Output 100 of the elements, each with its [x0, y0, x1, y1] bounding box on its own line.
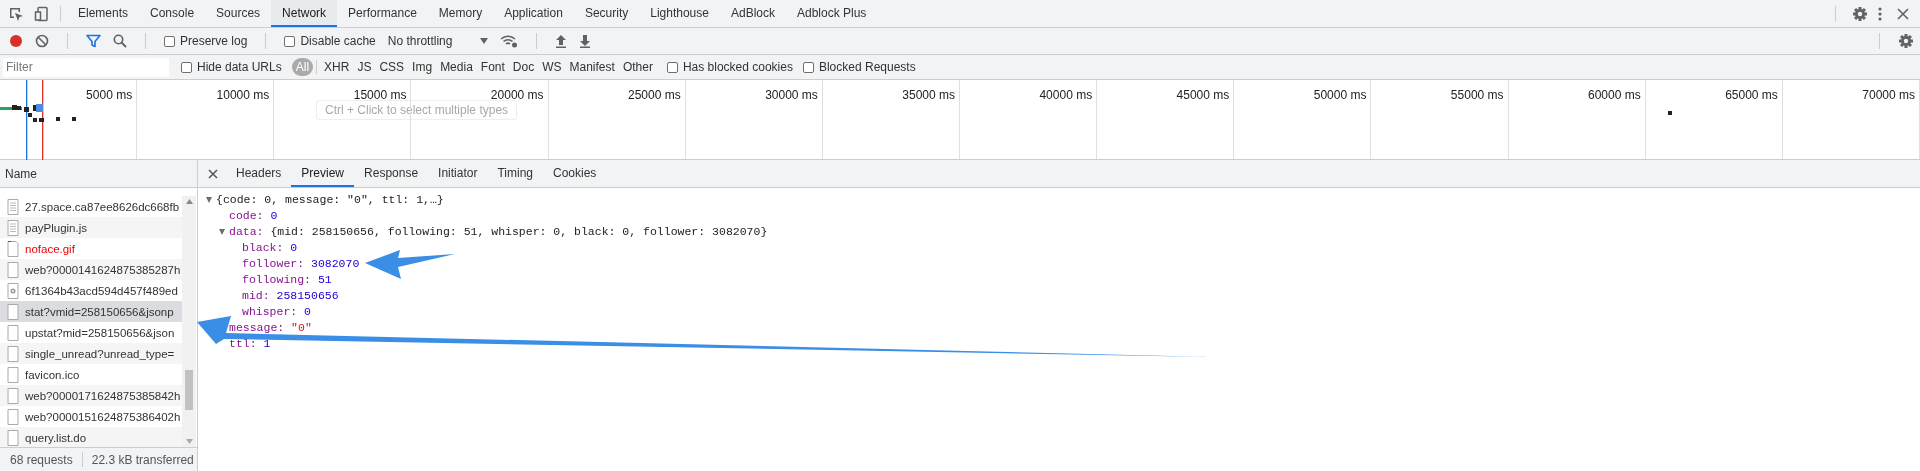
request-name: web?0000171624875385842h — [25, 389, 181, 402]
property-value: 0 — [290, 240, 298, 256]
detail-tab[interactable]: Initiator — [428, 160, 488, 187]
request-count: 68 requests — [10, 452, 73, 467]
time-tick: 40000 ms — [1039, 88, 1093, 102]
upload-icon[interactable] — [555, 34, 568, 48]
scrollbar-thumb[interactable] — [185, 370, 193, 410]
type-filter[interactable]: Manifest — [565, 58, 619, 76]
detail-tab[interactable]: Timing — [487, 160, 543, 187]
panel-tab[interactable]: Elements — [67, 0, 140, 27]
request-name: stat?vmid=258150656&jsonp — [25, 305, 174, 318]
object-summary: {mid: 258150656, following: 51, whisper: 0, black: 0, follower: 3082070} — [270, 224, 768, 240]
request-row[interactable]: web?0000141624875385287h — [0, 259, 182, 280]
panel-tab[interactable]: Network — [271, 0, 338, 27]
file-icon — [7, 303, 19, 320]
time-tick: 65000 ms — [1725, 88, 1778, 102]
request-mark — [1668, 111, 1672, 115]
expand-arrow-icon[interactable] — [206, 197, 212, 203]
property-key: ttl: — [229, 336, 257, 352]
request-name: favicon.ico — [25, 368, 80, 381]
request-row[interactable]: stat?vmid=258150656&jsonp — [0, 301, 182, 322]
panel-tab[interactable]: Console — [139, 0, 206, 27]
blocked-requests-checkbox[interactable]: Blocked Requests — [802, 60, 916, 74]
time-tick: 5000 ms — [86, 88, 133, 102]
request-name: single_unread?unread_type= — [25, 347, 175, 360]
file-icon — [7, 324, 19, 341]
property-value: 3082070 — [311, 256, 360, 272]
record-icon[interactable] — [9, 34, 23, 48]
type-filter[interactable]: Img — [408, 58, 437, 76]
image-file-icon — [7, 240, 19, 257]
device-toolbar-icon[interactable] — [34, 5, 50, 22]
panel-tab[interactable]: AdBlock — [719, 0, 786, 27]
clear-icon[interactable] — [35, 34, 49, 48]
property-key: following: — [242, 272, 311, 288]
panel-tab[interactable]: Adblock Plus — [786, 0, 878, 27]
type-filter[interactable]: XHR — [320, 58, 354, 76]
type-filter[interactable]: Font — [476, 58, 509, 76]
request-name: 27.space.ca87ee8626dc668fb — [25, 200, 180, 213]
type-filter[interactable]: WS — [538, 58, 566, 76]
type-filter[interactable]: Doc — [508, 58, 539, 76]
name-column-header[interactable]: Name — [0, 160, 197, 188]
detail-tab[interactable]: Response — [354, 160, 429, 187]
time-tick: 70000 ms — [1862, 88, 1915, 102]
preserve-log-checkbox[interactable]: Preserve log — [164, 34, 248, 48]
network-conditions-icon[interactable] — [500, 34, 519, 48]
detail-tab[interactable]: Cookies — [543, 160, 607, 187]
throttling-dropdown[interactable]: No throttling — [387, 34, 489, 48]
tooltip: Ctrl + Click to select multiple types — [316, 100, 518, 120]
panel-tab[interactable]: Application — [493, 0, 574, 27]
document-icon — [7, 219, 19, 236]
settings-icon[interactable] — [1898, 33, 1914, 49]
transfer-size: 22.3 kB transferred — [91, 452, 194, 467]
file-icon — [7, 345, 19, 362]
request-name: query.list.do — [25, 431, 87, 444]
time-tick: 55000 ms — [1450, 88, 1504, 102]
time-tick: 30000 ms — [765, 88, 818, 102]
close-icon[interactable] — [208, 168, 218, 179]
search-icon[interactable] — [113, 34, 127, 48]
filter-field[interactable]: Filter — [3, 57, 169, 77]
menu-icon[interactable] — [1878, 5, 1882, 22]
type-filter[interactable]: JS — [353, 58, 376, 76]
expand-arrow-icon[interactable] — [219, 229, 225, 235]
file-icon — [7, 366, 19, 383]
font-file-icon — [7, 282, 19, 299]
hide-data-urls-checkbox[interactable]: Hide data URLs — [181, 60, 282, 74]
filter-icon[interactable] — [86, 34, 101, 48]
request-name: web?0000141624875385287h — [25, 263, 181, 276]
blocked-cookies-checkbox[interactable]: Has blocked cookies — [666, 60, 793, 74]
type-filter[interactable]: Media — [436, 58, 477, 76]
property-key: code: — [229, 208, 264, 224]
request-name: upstat?mid=258150656&json — [25, 326, 175, 339]
panel-tab[interactable]: Memory — [427, 0, 494, 27]
type-filter[interactable]: Other — [618, 58, 657, 76]
panel-tab[interactable]: Security — [573, 0, 640, 27]
panel-tab[interactable]: Sources — [205, 0, 272, 27]
file-icon — [7, 429, 19, 446]
request-row[interactable]: query.list.do — [0, 427, 182, 447]
detail-tab[interactable]: Preview — [291, 160, 355, 187]
detail-tab[interactable]: Headers — [226, 160, 292, 187]
settings-icon[interactable] — [1852, 5, 1868, 22]
download-icon[interactable] — [579, 34, 592, 48]
object-summary: {code: 0, message: "0", ttl: 1,…} — [216, 192, 444, 208]
request-row[interactable]: payPlugin.js — [0, 217, 182, 238]
request-row[interactable]: single_unread?unread_type= — [0, 343, 182, 364]
panel-tab[interactable]: Lighthouse — [639, 0, 720, 27]
time-tick: 35000 ms — [902, 88, 955, 102]
close-icon[interactable] — [1896, 6, 1910, 21]
property-key: message: — [229, 320, 285, 336]
property-value: 0 — [304, 304, 311, 320]
request-row[interactable]: web?0000171624875385842h — [0, 385, 182, 406]
scrollbar[interactable] — [182, 196, 196, 447]
time-tick: 60000 ms — [1588, 88, 1641, 102]
type-filter[interactable]: CSS — [375, 58, 409, 76]
panel-tab[interactable]: Performance — [337, 0, 428, 27]
property-key: black: — [242, 240, 284, 256]
disable-cache-checkbox[interactable]: Disable cache — [284, 34, 376, 48]
scroll-up-icon[interactable] — [185, 199, 193, 204]
inspect-icon[interactable] — [8, 5, 24, 22]
time-tick: 50000 ms — [1313, 88, 1367, 102]
document-icon — [7, 198, 19, 215]
